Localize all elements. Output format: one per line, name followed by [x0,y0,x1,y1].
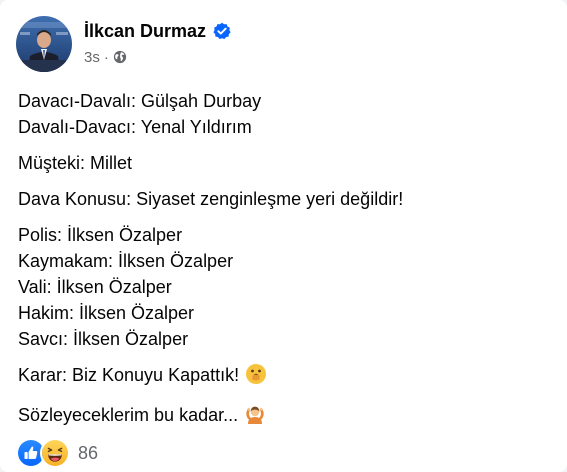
author-avatar[interactable] [16,16,72,72]
post-body: Davacı-Davalı: Gülşah Durbay Davalı-Dava… [18,88,558,442]
paragraph-subject: Dava Konusu: Siyaset zenginleşme yeri de… [18,186,558,212]
reaction-count[interactable]: 86 [78,443,98,464]
post-timestamp[interactable]: 3s [84,49,100,66]
paragraph-verdict: Karar: Biz Konuyu Kapattık! [18,362,558,392]
post-subline: 3s · [84,49,231,66]
text-line: Savcı: İlksen Özalper [18,329,189,349]
person-gesturing-ok-icon [244,403,266,432]
haha-icon [40,438,70,468]
post-card: İlkcan Durmaz 3s · Davacı-Davalı: Gülşah… [0,0,567,472]
verdict-text: Karar: Biz Konuyu Kapattık! [18,365,240,385]
text-line: Müşteki: Millet [18,153,133,173]
post-meta: İlkcan Durmaz 3s · [84,21,231,66]
text-line: Kaymakam: İlksen Özalper [18,251,234,271]
separator-dot: · [103,48,109,66]
globe-icon[interactable] [113,50,127,64]
author-name[interactable]: İlkcan Durmaz [84,19,206,43]
text-line: Polis: İlksen Özalper [18,225,183,245]
text-line: Davalı-Davacı: Yenal Yıldırım [18,117,252,137]
text-line: Dava Konusu: Siyaset zenginleşme yeri de… [18,189,404,209]
verified-badge-icon [213,22,231,40]
author-row: İlkcan Durmaz [84,19,231,43]
paragraph-closing: Sözleyeceklerim bu kadar... [18,402,558,432]
paragraph-parties: Davacı-Davalı: Gülşah Durbay Davalı-Dava… [18,88,558,140]
text-line: Vali: İlksen Özalper [18,277,172,297]
paragraph-roles: Polis: İlksen Özalper Kaymakam: İlksen Ö… [18,222,558,352]
reactions-summary[interactable]: 86 [16,438,98,468]
text-line: Karar: Biz Konuyu Kapattık! [18,362,558,392]
text-line: Davacı-Davalı: Gülşah Durbay [18,91,262,111]
text-line: Hakim: İlksen Özalper [18,303,195,323]
post-header: İlkcan Durmaz 3s · [16,16,231,72]
paragraph-complainant: Müşteki: Millet [18,150,558,176]
face-hand-over-mouth-icon [245,363,267,392]
text-line: Sözleyeceklerim bu kadar... [18,402,558,432]
closing-text: Sözleyeceklerim bu kadar... [18,405,239,425]
